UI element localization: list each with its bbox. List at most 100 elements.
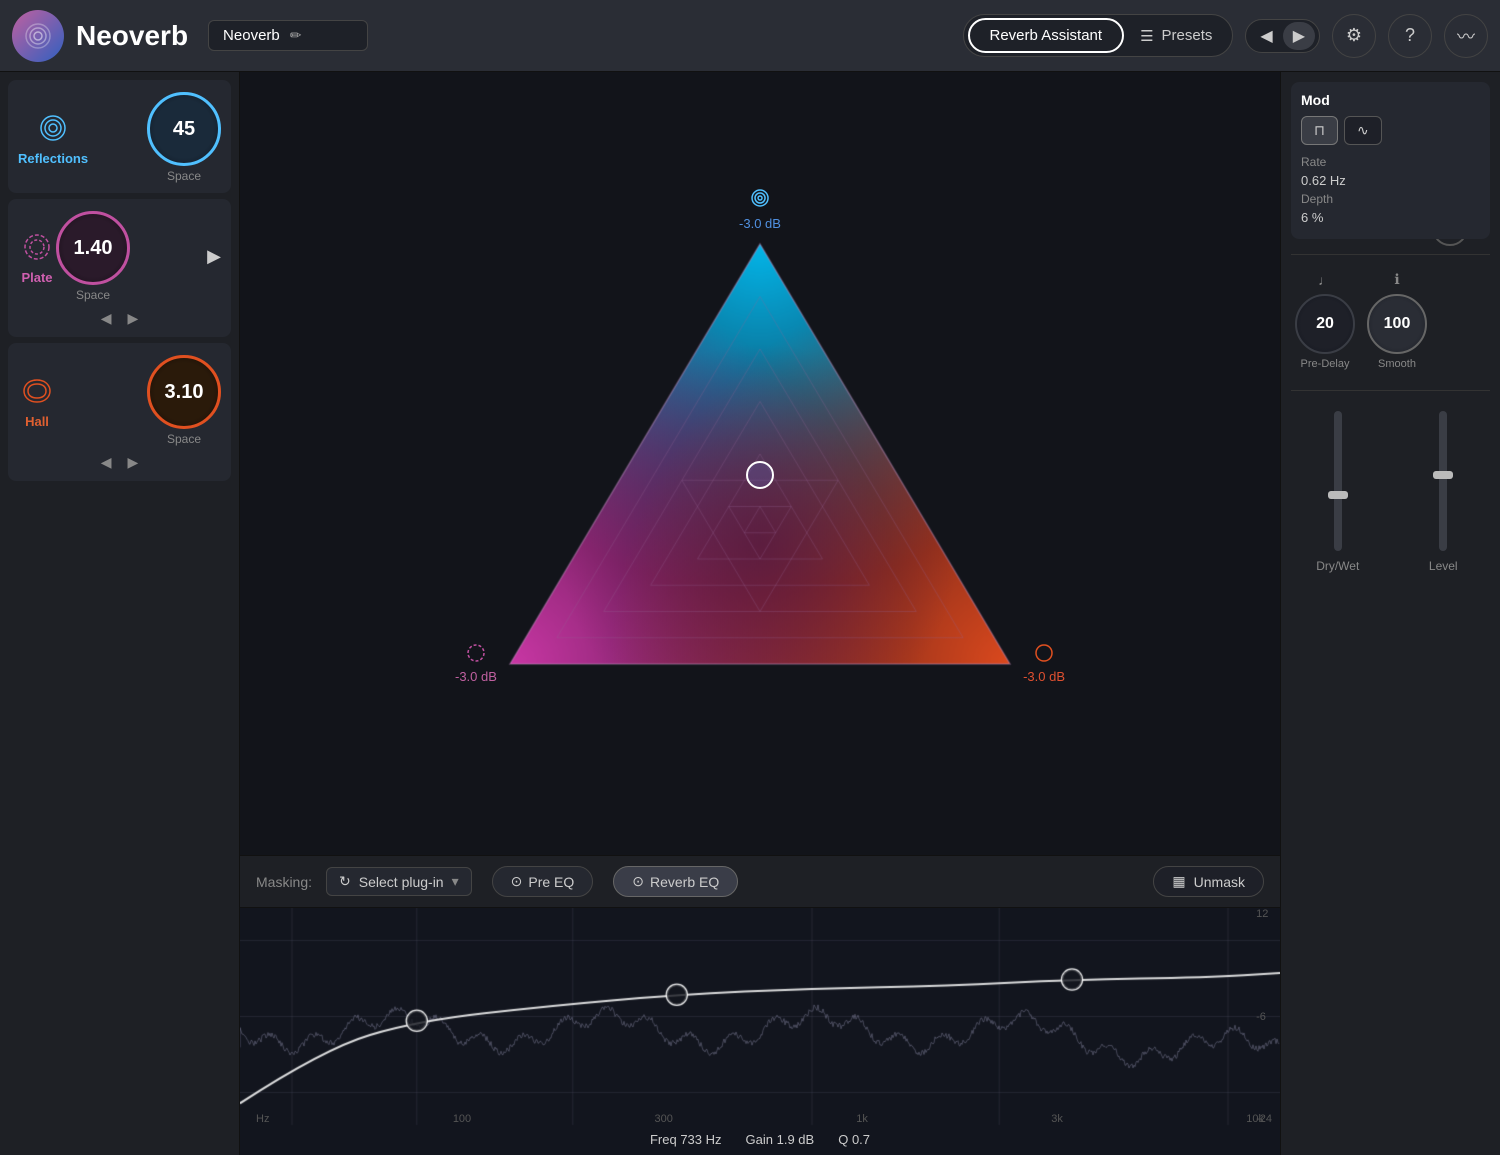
- mod-title: Mod: [1301, 92, 1480, 108]
- reflections-knob-container: 45 Space: [147, 92, 221, 183]
- eq-freq-label: Freq 733 Hz: [650, 1132, 722, 1147]
- eq-tabs: Masking: ↻ Select plug-in ▾ ⊙ Pre EQ ⊙ R…: [240, 856, 1280, 908]
- hall-next-arrow[interactable]: ▶: [128, 454, 139, 471]
- plate-next-arrow[interactable]: ▶: [128, 310, 139, 327]
- select-plugin-label: Select plug-in: [359, 874, 444, 890]
- freq-1k: 1k: [856, 1113, 868, 1125]
- predelay-knob[interactable]: 20: [1295, 294, 1355, 354]
- preset-selector[interactable]: Neoverb ✏: [208, 20, 368, 51]
- help-button[interactable]: ?: [1388, 14, 1432, 58]
- reflections-icon: [34, 109, 72, 147]
- level-track[interactable]: [1439, 411, 1447, 551]
- right-panel: Mod ⊓ ∿ Rate 0.62 Hz Depth 6 %: [1280, 72, 1500, 1155]
- pre-eq-icon: ⊙: [511, 873, 523, 890]
- freq-300: 300: [655, 1113, 673, 1125]
- app-logo: [12, 10, 64, 62]
- rate-value-row: 0.62 Hz: [1301, 173, 1480, 188]
- separator: [1291, 390, 1490, 391]
- faders-section: Dry/Wet Level: [1291, 403, 1490, 1145]
- level-thumb[interactable]: [1433, 471, 1453, 479]
- center-area: -3.0 dB -3.0 dB -3.0 dB: [240, 72, 1280, 1155]
- rate-label: Rate: [1301, 155, 1326, 169]
- plate-label: Plate: [21, 270, 52, 285]
- eq-info: Freq 733 Hz Gain 1.9 dB Q 0.7: [650, 1132, 870, 1147]
- midi-button[interactable]: 〰: [1444, 14, 1488, 58]
- reflections-space-knob[interactable]: 45: [147, 92, 221, 166]
- unmask-button[interactable]: ▦ Unmask: [1153, 866, 1264, 897]
- smooth-knob[interactable]: 100: [1367, 294, 1427, 354]
- eq-q-label: Q 0.7: [838, 1132, 870, 1147]
- presets-label: Presets: [1162, 27, 1213, 44]
- drywet-label: Dry/Wet: [1316, 559, 1359, 573]
- reverb-assistant-button[interactable]: Reverb Assistant: [968, 18, 1125, 53]
- select-plugin-dropdown[interactable]: ↻ Select plug-in ▾: [326, 867, 472, 896]
- plate-section: Plate 1.40 Space ▶ ◀ ▶: [8, 199, 231, 337]
- preset-name: Neoverb: [223, 27, 280, 44]
- eq-gain-label: Gain 1.9 dB: [746, 1132, 815, 1147]
- plate-space-knob[interactable]: 1.40: [56, 211, 130, 285]
- reverb-eq-label: Reverb EQ: [650, 874, 719, 890]
- predelay-label: Pre-Delay: [1301, 358, 1350, 370]
- predelay-smooth-row: ♩ 20 Pre-Delay ℹ 100 Smooth: [1291, 263, 1490, 378]
- plate-prev-arrow[interactable]: ◀: [101, 310, 112, 327]
- unmask-label: Unmask: [1194, 874, 1245, 890]
- mod-sine-button[interactable]: ∿: [1344, 116, 1382, 145]
- main-area: Reflections 45 Space Plate: [0, 72, 1500, 1155]
- reflections-corner-icon: [746, 184, 774, 212]
- plate-play-button[interactable]: ▶: [207, 246, 221, 267]
- pre-eq-tab[interactable]: ⊙ Pre EQ: [492, 866, 594, 897]
- reflections-knob-label: Space: [167, 169, 201, 183]
- reverb-eq-tab[interactable]: ⊙ Reverb EQ: [613, 866, 738, 897]
- mixer-right-db: -3.0 dB: [1023, 669, 1065, 684]
- db-12: 12: [1256, 908, 1272, 920]
- mod-section: Mod ⊓ ∿ Rate 0.62 Hz Depth 6 %: [1291, 82, 1490, 239]
- hall-label: Hall: [25, 414, 49, 429]
- drywet-thumb[interactable]: [1328, 491, 1348, 499]
- hall-space-knob[interactable]: 3.10: [147, 355, 221, 429]
- plate-knob-label: Space: [76, 288, 110, 302]
- hall-prev-arrow[interactable]: ◀: [101, 454, 112, 471]
- dropdown-chevron-icon: ▾: [452, 873, 459, 890]
- mixer-left-label: -3.0 dB: [455, 641, 497, 684]
- sidebar: Reflections 45 Space Plate: [0, 72, 240, 1155]
- hall-section: Hall 3.10 Space ◀ ▶: [8, 343, 231, 481]
- mod-square-button[interactable]: ⊓: [1301, 116, 1338, 145]
- nav-prev-button[interactable]: ◀: [1250, 22, 1282, 50]
- nav-area: ◀ ▶: [1245, 19, 1320, 53]
- triangle-mixer[interactable]: -3.0 dB -3.0 dB -3.0 dB: [450, 184, 1070, 744]
- eq-q-value: 0.7: [852, 1132, 870, 1147]
- db-neg24: -24: [1256, 1113, 1272, 1125]
- hall-icon: [18, 372, 56, 410]
- eq-freq-labels: Hz 100 300 1k 3k 10k: [240, 1113, 1280, 1125]
- mixer-left-db: -3.0 dB: [455, 669, 497, 684]
- plate-knob-value: 1.40: [74, 237, 113, 260]
- reflections-section: Reflections 45 Space: [8, 80, 231, 193]
- drywet-track[interactable]: [1334, 411, 1342, 551]
- freq-100: 100: [453, 1113, 471, 1125]
- hall-knob-value: 3.10: [165, 381, 204, 404]
- eq-freq-value: 733 Hz: [680, 1132, 721, 1147]
- hall-knob-container: 3.10 Space: [147, 355, 221, 446]
- smooth-value: 100: [1384, 315, 1411, 333]
- midi-icon: 〰: [1457, 23, 1475, 49]
- plugin-icon: ↻: [339, 873, 351, 890]
- settings-icon: ⚙: [1346, 25, 1362, 46]
- nav-next-button[interactable]: ▶: [1283, 22, 1315, 50]
- hall-corner-icon: [1032, 641, 1056, 665]
- hall-knob-label: Space: [167, 432, 201, 446]
- presets-button[interactable]: ☰ Presets: [1124, 20, 1228, 52]
- pre-eq-label: Pre EQ: [528, 874, 574, 890]
- mixer-handle[interactable]: [746, 461, 774, 489]
- header: Neoverb Neoverb ✏ Reverb Assistant ☰ Pre…: [0, 0, 1500, 72]
- bottom-section: Masking: ↻ Select plug-in ▾ ⊙ Pre EQ ⊙ R…: [240, 855, 1280, 1155]
- level-fader: Level: [1401, 411, 1487, 573]
- depth-label: Depth: [1301, 192, 1333, 206]
- mod-buttons: ⊓ ∿: [1301, 116, 1480, 145]
- reflections-label: Reflections: [18, 151, 88, 166]
- freq-3k: 3k: [1051, 1113, 1063, 1125]
- hall-label-group: Hall: [18, 372, 56, 429]
- eq-display: Hz 100 300 1k 3k 10k 12 -6 -24 Freq 733 …: [240, 908, 1280, 1155]
- mixer-top-db: -3.0 dB: [739, 216, 781, 231]
- settings-button[interactable]: ⚙: [1332, 14, 1376, 58]
- reflections-knob-value: 45: [173, 118, 195, 141]
